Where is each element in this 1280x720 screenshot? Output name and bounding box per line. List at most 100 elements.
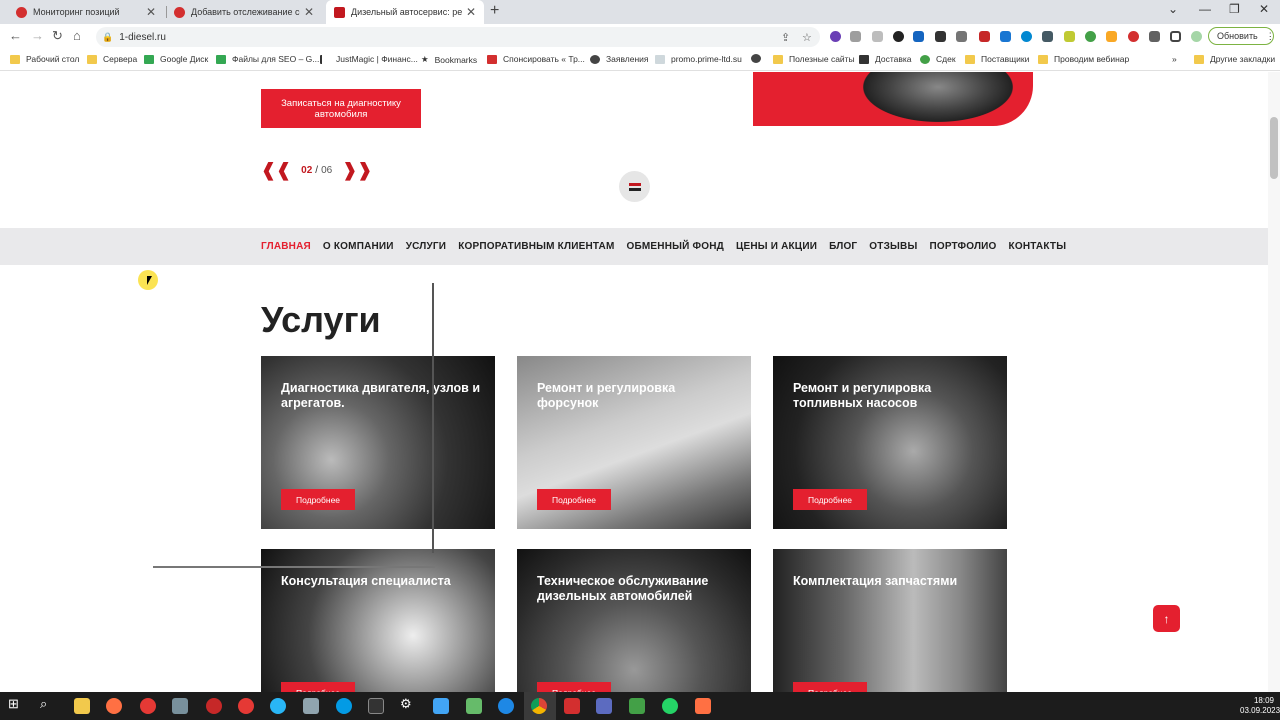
extension-icon[interactable] [1000, 31, 1011, 42]
search-icon[interactable]: ⌕ [40, 696, 56, 712]
bookmark-item[interactable]: ★ Bookmarks [421, 54, 477, 65]
file-explorer-icon[interactable] [74, 698, 90, 714]
bookmark-item[interactable]: Файлы для SEO – G... [216, 54, 319, 64]
page-scrollbar[interactable] [1268, 72, 1280, 692]
opera-gx-icon[interactable] [206, 698, 222, 714]
scroll-to-top-button[interactable]: ↑ [1153, 605, 1180, 632]
tab-search-icon[interactable]: ⌄ [1168, 2, 1178, 16]
profile-avatar-icon[interactable] [1191, 31, 1202, 42]
nav-item-exchange-fund[interactable]: ОБМЕННЫЙ ФОНД [627, 241, 724, 252]
bookmark-item[interactable]: Спонсировать « Тр... [487, 54, 585, 64]
slider-next-arrow-icon[interactable]: ❱❱ [342, 161, 372, 179]
nav-item-home[interactable]: ГЛАВНАЯ [261, 241, 311, 252]
browser-tab[interactable]: Мониторинг позиций ✕ [8, 0, 164, 24]
bookmark-item[interactable]: JustMagic | Финанс... [320, 54, 418, 64]
app-icon[interactable] [433, 698, 449, 714]
app-icon[interactable] [303, 698, 319, 714]
close-window-icon[interactable]: ✕ [1259, 2, 1269, 16]
terminal-icon[interactable] [368, 698, 384, 714]
nav-item-portfolio[interactable]: ПОРТФОЛИО [929, 241, 996, 252]
extension-icon[interactable] [956, 31, 967, 42]
extension-icon[interactable] [893, 31, 904, 42]
extension-icon[interactable] [830, 31, 841, 42]
more-button[interactable]: Подробнее [281, 489, 355, 510]
windows-start-icon[interactable]: ⊞ [8, 696, 24, 712]
scrollbar-thumb[interactable] [1270, 117, 1278, 179]
reload-icon[interactable]: ↻ [52, 28, 63, 44]
app-icon[interactable] [596, 698, 612, 714]
bookmark-item[interactable]: promo.prime-ltd.su [655, 54, 742, 64]
nav-item-about[interactable]: О КОМПАНИИ [323, 241, 394, 252]
more-button[interactable]: Подробнее [537, 489, 611, 510]
more-button[interactable]: Подробнее [793, 489, 867, 510]
update-button[interactable]: Обновить ⋮ [1208, 27, 1275, 45]
menu-dots-icon[interactable]: ⋮ [1266, 31, 1275, 42]
calculator-icon[interactable] [172, 698, 188, 714]
browser-tab[interactable]: Добавить отслеживание ссылок ✕ [166, 0, 322, 24]
bookmark-item[interactable]: Доставка [859, 54, 912, 64]
app-icon[interactable] [564, 698, 580, 714]
bookmark-item[interactable]: Google Диск [144, 54, 208, 64]
yandex-browser-icon[interactable] [238, 698, 254, 714]
bookmark-star-icon[interactable]: ☆ [802, 31, 812, 44]
bookmark-item[interactable]: Поставщики [965, 54, 1029, 64]
extension-icon[interactable] [913, 31, 924, 42]
telegram-icon[interactable] [270, 698, 286, 714]
extension-icon[interactable] [1106, 31, 1117, 42]
bookmark-item[interactable]: Полезные сайты [773, 54, 855, 64]
share-icon[interactable]: ⇪ [781, 31, 790, 44]
more-button[interactable]: Подробнее [537, 682, 611, 692]
new-tab-button[interactable]: + [490, 2, 499, 20]
address-bar[interactable]: 🔒 1-diesel.ru ⇪ ☆ [96, 27, 820, 47]
system-clock[interactable]: 18:09 03.09.2023 [1240, 696, 1280, 716]
nav-item-services[interactable]: УСЛУГИ [406, 241, 447, 252]
extension-icon[interactable] [850, 31, 861, 42]
bookmark-item[interactable]: Рабочий стол [10, 54, 79, 64]
whatsapp-icon[interactable] [662, 698, 678, 714]
minimize-icon[interactable]: — [1199, 2, 1211, 16]
more-button[interactable]: Подробнее [281, 682, 355, 692]
service-card[interactable]: Ремонт и регулировка топливных насосов П… [773, 356, 1007, 529]
nav-item-corporate[interactable]: КОРПОРАТИВНЫМ КЛИЕНТАМ [458, 241, 614, 252]
bookmark-item[interactable] [751, 54, 767, 63]
slider-prev-arrow-icon[interactable]: ❰❰ [261, 161, 291, 179]
bookmark-item[interactable]: Проводим вебинар [1038, 54, 1129, 64]
back-icon[interactable]: ← [9, 28, 22, 43]
extension-icon[interactable] [1064, 31, 1075, 42]
diagnostics-signup-button[interactable]: Записаться на диагностику автомобиля [261, 89, 421, 128]
app-icon[interactable] [466, 698, 482, 714]
service-card[interactable]: Техническое обслуживание дизельных автом… [517, 549, 751, 692]
more-button[interactable]: Подробнее [793, 682, 867, 692]
scroll-down-button[interactable] [619, 171, 650, 202]
extension-icon[interactable] [979, 31, 990, 42]
extension-icon[interactable] [1042, 31, 1053, 42]
nav-item-reviews[interactable]: ОТЗЫВЫ [869, 241, 917, 252]
restore-icon[interactable]: ❐ [1229, 2, 1240, 16]
bookmark-item[interactable]: Сервера [87, 54, 137, 64]
service-card[interactable]: Консультация специалиста Подробнее [261, 549, 495, 692]
forward-icon[interactable]: → [31, 28, 44, 43]
close-tab-icon[interactable]: ✕ [146, 5, 156, 19]
app-icon[interactable] [498, 698, 514, 714]
extensions-puzzle-icon[interactable] [1149, 31, 1160, 42]
bookmark-item[interactable]: Заявления [590, 54, 649, 64]
home-icon[interactable]: ⌂ [73, 28, 81, 43]
service-card[interactable]: Ремонт и регулировка форсунок Подробнее [517, 356, 751, 529]
spreadsheet-icon[interactable] [629, 698, 645, 714]
extension-icon[interactable] [1021, 31, 1032, 42]
extension-icon[interactable] [1128, 31, 1139, 42]
nav-item-prices[interactable]: ЦЕНЫ И АКЦИИ [736, 241, 817, 252]
bookmarks-overflow[interactable]: » [1172, 54, 1177, 64]
chrome-icon[interactable] [531, 698, 547, 714]
service-card[interactable]: Диагностика двигателя, узлов и агрегатов… [261, 356, 495, 529]
firefox-icon[interactable] [106, 698, 122, 714]
skype-icon[interactable] [336, 698, 352, 714]
opera-icon[interactable] [140, 698, 156, 714]
settings-gear-icon[interactable]: ⚙ [400, 696, 416, 712]
side-panel-icon[interactable] [1170, 31, 1181, 42]
bookmark-item[interactable]: Сдек [920, 54, 956, 64]
nav-item-contacts[interactable]: КОНТАКТЫ [1009, 241, 1067, 252]
bookmark-item[interactable]: Другие закладки [1194, 54, 1275, 64]
nav-item-blog[interactable]: БЛОГ [829, 241, 857, 252]
extension-icon[interactable] [872, 31, 883, 42]
